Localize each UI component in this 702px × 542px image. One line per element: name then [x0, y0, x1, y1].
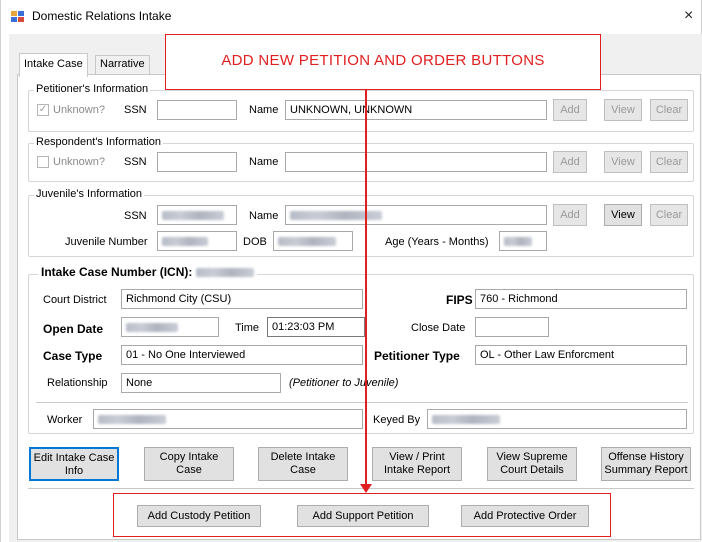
- petitioner-ssn-label: SSN: [124, 104, 147, 116]
- fips-field[interactable]: 760 - Richmond: [475, 289, 687, 309]
- petitioner-name-field[interactable]: UNKNOWN, UNKNOWN: [285, 100, 547, 120]
- juvenile-ssn-label: SSN: [124, 210, 147, 222]
- respondent-name-label: Name: [249, 156, 279, 168]
- petitioner-type-label: Petitioner Type: [374, 349, 460, 363]
- title-bar: Domestic Relations Intake ×: [1, 0, 701, 34]
- open-date-label: Open Date: [43, 322, 104, 336]
- button-line: Offense History: [608, 451, 684, 463]
- redacted-value: [195, 268, 254, 278]
- button-line: View Supreme: [496, 451, 568, 463]
- edit-intake-case-info-button[interactable]: Edit Intake Case Info: [29, 447, 119, 481]
- juvenile-name-label: Name: [249, 210, 279, 222]
- juvenile-name-field[interactable]: [285, 205, 547, 225]
- button-line: Court Details: [500, 464, 564, 476]
- annotation-arrow-head: [360, 484, 372, 493]
- time-field[interactable]: 01:23:03 PM: [267, 317, 365, 337]
- juvenile-dob-label: DOB: [243, 236, 267, 248]
- annotation-highlight-box: [113, 493, 611, 537]
- respondent-unknown-label: Unknown?: [53, 156, 105, 168]
- juvenile-clear-button[interactable]: Clear: [650, 204, 688, 226]
- redacted-value: [162, 210, 224, 220]
- copy-intake-case-button[interactable]: Copy Intake Case: [144, 447, 234, 481]
- redacted-value: [162, 236, 208, 246]
- icn-title: Intake Case Number (ICN):: [38, 265, 257, 279]
- window-title: Domestic Relations Intake: [32, 9, 172, 23]
- redacted-value: [504, 236, 532, 246]
- juvenile-dob-field[interactable]: [273, 231, 353, 251]
- redacted-value: [126, 322, 178, 332]
- respondent-unknown-checkbox[interactable]: [37, 156, 49, 168]
- group-title: Juvenile's Information: [34, 188, 145, 200]
- juvenile-add-button[interactable]: Add: [553, 204, 587, 226]
- respondent-clear-button[interactable]: Clear: [650, 151, 688, 173]
- tab-label: Narrative: [100, 58, 145, 70]
- respondent-ssn-label: SSN: [124, 156, 147, 168]
- tab-intake-case[interactable]: Intake Case: [19, 53, 88, 77]
- button-line: Copy Intake: [159, 451, 219, 463]
- button-line: Intake Report: [383, 464, 451, 476]
- button-line: Summary Report: [604, 464, 688, 476]
- worker-label: Worker: [47, 414, 83, 426]
- petitioner-type-field[interactable]: OL - Other Law Enforcment: [475, 345, 687, 365]
- court-district-field[interactable]: Richmond City (CSU): [121, 289, 363, 309]
- tab-narrative[interactable]: Narrative: [95, 55, 150, 74]
- respondent-view-button[interactable]: View: [604, 151, 642, 173]
- juvenile-ssn-field[interactable]: [157, 205, 237, 225]
- annotation-arrow-line: [365, 90, 367, 488]
- worker-field[interactable]: [93, 409, 363, 429]
- fips-label: FIPS: [446, 293, 473, 307]
- tab-label: Intake Case: [24, 58, 83, 70]
- divider: [36, 402, 688, 403]
- petitioner-clear-button[interactable]: Clear: [650, 99, 688, 121]
- redacted-value: [98, 414, 166, 424]
- relationship-field[interactable]: None: [121, 373, 281, 393]
- button-line: Case: [176, 464, 202, 476]
- close-icon[interactable]: ×: [684, 7, 693, 25]
- redacted-value: [290, 210, 382, 220]
- close-date-field[interactable]: [475, 317, 549, 337]
- time-label: Time: [235, 322, 260, 334]
- view-supreme-court-details-button[interactable]: View Supreme Court Details: [487, 447, 577, 481]
- petitioner-add-button[interactable]: Add: [553, 99, 587, 121]
- open-date-field[interactable]: [121, 317, 219, 337]
- relationship-note: (Petitioner to Juvenile): [289, 377, 399, 389]
- button-line: Case: [290, 464, 316, 476]
- juvenile-age-field[interactable]: [499, 231, 547, 251]
- case-type-label: Case Type: [43, 349, 103, 363]
- redacted-value: [432, 414, 500, 424]
- group-title: Petitioner's Information: [34, 83, 151, 95]
- petitioner-name-label: Name: [249, 104, 279, 116]
- callout-text: ADD NEW PETITION AND ORDER BUTTONS: [221, 52, 545, 69]
- respondent-add-button[interactable]: Add: [553, 151, 587, 173]
- petitioner-ssn-field[interactable]: [157, 100, 237, 120]
- button-line: Edit Intake Case: [33, 452, 115, 464]
- juvenile-age-label: Age (Years - Months): [385, 236, 489, 248]
- redacted-value: [278, 236, 336, 246]
- icn-title-text: Intake Case Number (ICN):: [41, 265, 193, 279]
- group-title: Respondent's Information: [34, 136, 164, 148]
- delete-intake-case-button[interactable]: Delete Intake Case: [258, 447, 348, 481]
- case-type-field[interactable]: 01 - No One Interviewed: [121, 345, 363, 365]
- petitioner-unknown-checkbox[interactable]: ✓: [37, 104, 49, 116]
- juvenile-number-field[interactable]: [157, 231, 237, 251]
- juvenile-number-label: Juvenile Number: [65, 236, 148, 248]
- button-line: View / Print: [389, 451, 445, 463]
- petitioner-view-button[interactable]: View: [604, 99, 642, 121]
- annotation-callout: ADD NEW PETITION AND ORDER BUTTONS: [165, 34, 601, 90]
- offense-history-summary-report-button[interactable]: Offense History Summary Report: [601, 447, 691, 481]
- close-date-label: Close Date: [411, 322, 466, 334]
- app-icon: [11, 11, 25, 23]
- keyed-by-label: Keyed By: [373, 414, 421, 426]
- view-print-intake-report-button[interactable]: View / Print Intake Report: [372, 447, 462, 481]
- keyed-by-field[interactable]: [427, 409, 687, 429]
- relationship-label: Relationship: [47, 377, 108, 389]
- button-line: Info: [64, 465, 84, 477]
- intake-window: Domestic Relations Intake × Intake Case …: [0, 0, 702, 542]
- respondent-name-field[interactable]: [285, 152, 547, 172]
- court-district-label: Court District: [43, 294, 107, 306]
- respondent-ssn-field[interactable]: [157, 152, 237, 172]
- petitioner-unknown-label: Unknown?: [53, 104, 105, 116]
- juvenile-view-button[interactable]: View: [604, 204, 642, 226]
- button-line: Delete Intake: [270, 451, 336, 463]
